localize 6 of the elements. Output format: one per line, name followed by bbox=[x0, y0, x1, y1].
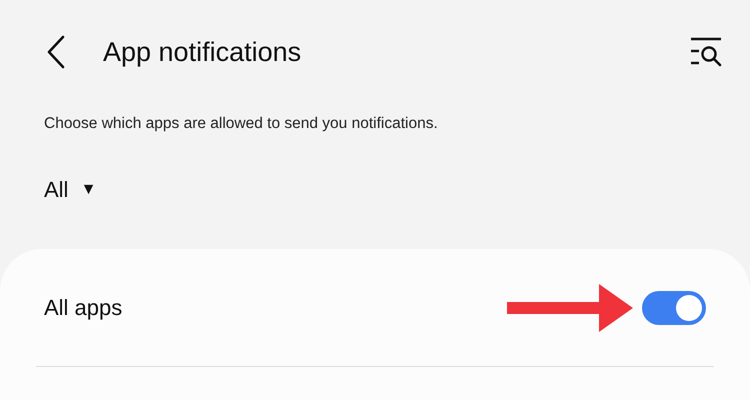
all-apps-label: All apps bbox=[44, 294, 122, 320]
toggle-switch[interactable] bbox=[642, 290, 706, 324]
back-icon[interactable] bbox=[46, 35, 66, 69]
page-title: App notifications bbox=[103, 36, 302, 68]
filter-dropdown[interactable]: All $^{▼}$ bbox=[44, 177, 96, 203]
description-text: Choose which apps are allowed to send you notifications. bbox=[43, 114, 439, 133]
